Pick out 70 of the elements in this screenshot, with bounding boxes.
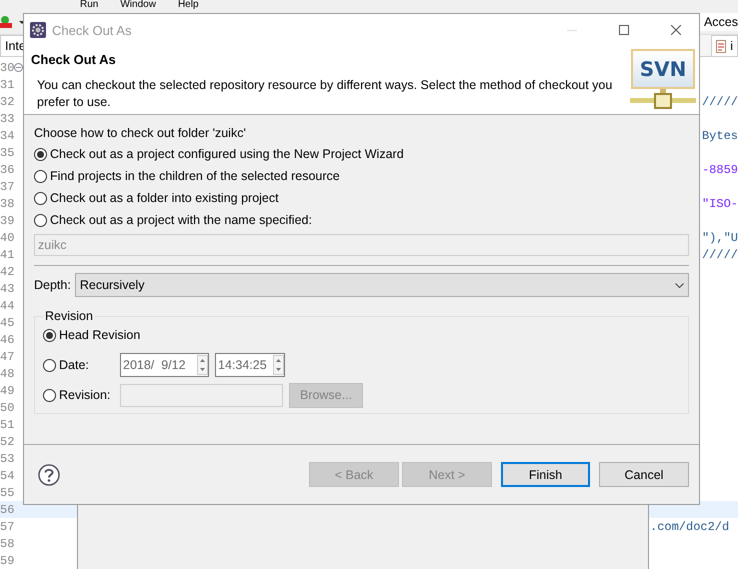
date-spinner[interactable]: 2018/ 9/12 [120,353,209,377]
line-number: 44 [0,298,14,312]
radio-option[interactable]: Check out as a folder into existing project [34,187,689,209]
line-number: 49 [0,384,14,398]
app-icon [30,22,46,38]
dialog-button[interactable]: Finish [501,462,590,487]
depth-dropdown[interactable]: Recursively [74,273,689,297]
line-number: 54 [0,468,14,482]
line-number: 41 [0,248,14,262]
chevron-down-icon [675,282,684,288]
editor-tab[interactable]: i [711,35,738,56]
code-text: -8859 [702,162,738,176]
code-text: "),"U [702,230,738,244]
line-number: 35 [0,146,14,160]
line-number: 30 [0,60,14,74]
menu-item[interactable]: Window [120,0,156,9]
menu-item[interactable]: Help [178,0,199,9]
radio-option[interactable]: Revision: [43,384,120,406]
line-number: 57 [0,520,14,534]
line-number: 56 [0,502,14,516]
line-number: 32 [0,94,14,108]
code-text: Bytes [702,128,738,142]
code-text: ///// [702,248,738,262]
radio-option[interactable]: Check out as a project configured using the New Project Wizard [34,143,689,165]
help-icon[interactable] [38,464,60,486]
time-spinner[interactable]: 14:34:25 [215,353,285,377]
line-number: 33 [0,112,14,126]
group-title: Revision [44,309,94,323]
dialog-description: You can checkout the selected repository resource by different ways. Select the method of checkout you prefer to use. [36,77,614,111]
line-number: 36 [0,162,14,176]
line-number: 43 [0,282,14,296]
line-number: 50 [0,400,14,414]
code-text: ///// [702,94,738,108]
line-number: 51 [0,418,14,432]
line-number: 58 [0,536,14,550]
menu-item[interactable]: Run [80,0,98,9]
line-number: 42 [0,264,14,278]
line-number: 37 [0,180,14,194]
maximize-icon [619,25,629,35]
line-number: 52 [0,434,14,448]
dialog-heading: Check Out As [31,52,117,67]
line-number: 53 [0,452,14,466]
close-icon [671,25,681,35]
code-text: "ISO- [702,196,738,210]
radio-option[interactable]: Check out as a project with the name specified: [34,209,689,231]
radio-option[interactable]: Head Revision [43,324,140,346]
line-number: 40 [0,230,14,244]
prompt-text: Choose how to check out folder 'zuikc' [34,126,247,140]
line-number: 47 [0,350,14,364]
depth-label: Depth: [34,278,71,292]
spinner-arrows-icon[interactable] [197,355,208,375]
line-number: 45 [0,316,14,330]
code-text: .com/doc2/d [650,520,730,534]
spinner-arrows-icon[interactable] [273,355,284,375]
dialog-button[interactable]: Cancel [599,462,689,487]
fold-icon[interactable] [14,63,23,72]
line-number: 31 [0,78,14,92]
line-number: 59 [0,554,14,568]
line-number: 34 [0,128,14,142]
radio-option[interactable]: Date: [43,354,120,376]
window-title: Check Out As [52,22,132,38]
revision-field[interactable] [120,384,283,406]
line-number: 48 [0,366,14,380]
file-icon [716,40,726,52]
line-number: 39 [0,214,14,228]
radio-option[interactable]: Find projects in the children of the selected resource [34,165,689,187]
line-number: 55 [0,486,14,500]
quick-access-field[interactable]: Acces [698,12,738,30]
line-number: 46 [0,332,14,346]
line-number: 38 [0,196,14,210]
